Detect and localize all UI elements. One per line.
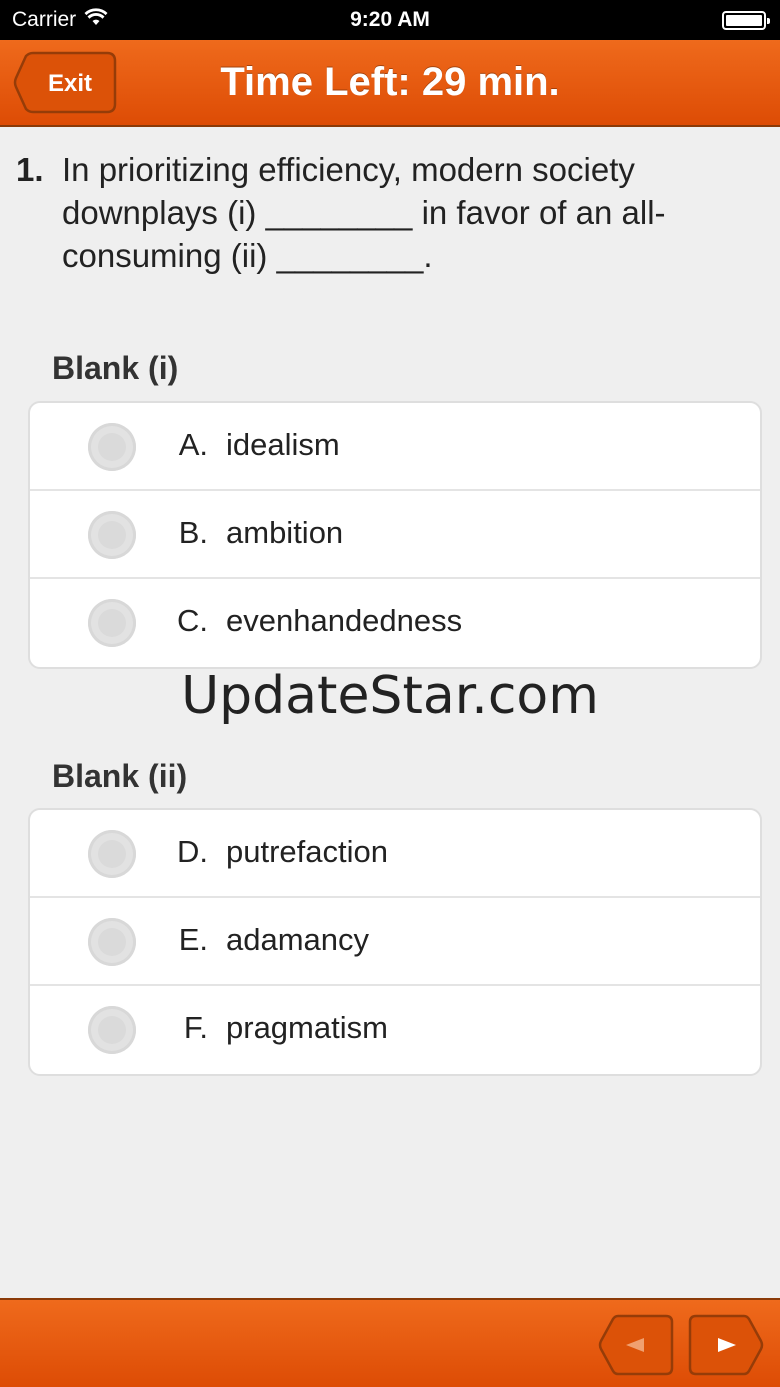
radio-button[interactable] <box>88 918 136 966</box>
status-time: 9:20 AM <box>350 8 430 31</box>
status-bar: Carrier 9:20 AM <box>0 0 780 40</box>
option-letter: F. <box>183 1010 208 1045</box>
option-letter: A. <box>178 427 208 462</box>
question-text: In prioritizing efficiency, modern socie… <box>62 151 666 274</box>
blank-i-label: Blank (i) <box>52 350 179 386</box>
radio-button[interactable] <box>88 511 136 559</box>
option-text: adamancy <box>226 922 370 957</box>
option-c[interactable]: C. evenhandedness <box>30 579 760 667</box>
blank-i-options: A. idealism B. ambition C. evenhandednes… <box>28 401 762 669</box>
option-b[interactable]: B. ambition <box>30 491 760 579</box>
option-text: pragmatism <box>226 1010 388 1045</box>
radio-button[interactable] <box>88 830 136 878</box>
watermark-text: UpdateStar.com <box>181 666 599 726</box>
option-e[interactable]: E. adamancy <box>30 898 760 986</box>
battery-icon <box>722 11 770 30</box>
option-letter: D. <box>177 834 208 869</box>
previous-button[interactable] <box>598 1314 674 1376</box>
blank-ii-label: Blank (ii) <box>52 758 188 794</box>
option-letter: C. <box>177 603 208 638</box>
time-left-title: Time Left: 29 min. <box>220 60 560 104</box>
option-d[interactable]: D. putrefaction <box>30 810 760 898</box>
option-letter: E. <box>178 922 208 957</box>
option-letter: B. <box>178 515 208 550</box>
footer-bar <box>0 1298 780 1387</box>
radio-button[interactable] <box>88 423 136 471</box>
header-bar: Exit Time Left: 29 min. <box>0 40 780 127</box>
option-text: putrefaction <box>226 834 388 869</box>
option-text: ambition <box>226 515 344 550</box>
option-f[interactable]: F. pragmatism <box>30 986 760 1074</box>
option-text: evenhandedness <box>226 603 463 638</box>
radio-button[interactable] <box>88 1006 136 1054</box>
radio-button[interactable] <box>88 599 136 647</box>
blank-ii-options: D. putrefaction E. adamancy F. pragmatis… <box>28 808 762 1076</box>
option-text: idealism <box>226 427 340 462</box>
question-number: 1. <box>16 151 44 188</box>
option-a[interactable]: A. idealism <box>30 403 760 491</box>
next-button[interactable] <box>688 1314 764 1376</box>
